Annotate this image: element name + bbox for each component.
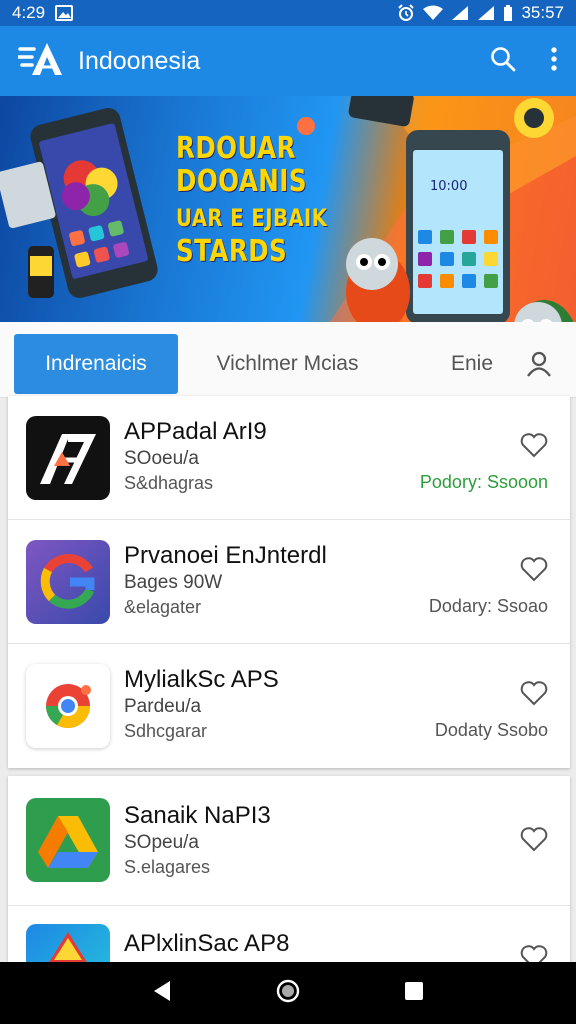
back-icon[interactable]	[152, 980, 172, 1007]
app-icon-appadal	[26, 416, 110, 500]
banner-line-1: RDOUAR	[176, 131, 296, 166]
app-title: Sanaik NaPI3	[124, 802, 271, 829]
banner-headline: RDOUAR DOOANIS UAR E EJBAIK STARDS	[176, 132, 361, 268]
search-icon[interactable]	[490, 46, 516, 77]
heart-icon[interactable]	[520, 556, 548, 582]
app-icon-drive	[26, 798, 110, 882]
signal-icon-2	[477, 5, 495, 21]
list-item[interactable]: Sanaik NaPI3 SOpeu/a S.elagares	[8, 776, 570, 906]
system-nav-bar	[0, 962, 576, 1024]
app-subtitle: SOpeu/a	[124, 832, 199, 853]
tab-bar: Indrenaicis Vichlmer Mcias Enie	[0, 322, 576, 398]
banner-line-2: DOOANIS	[176, 164, 307, 199]
profile-icon[interactable]	[516, 334, 562, 394]
list-item[interactable]: Prvanoei EnJnterdl Bages 90W &elagater D…	[8, 520, 570, 644]
app-title: Indoonesia	[78, 46, 201, 75]
app-subtitle: Bages 90W	[124, 572, 223, 593]
tab-indrenaicis[interactable]: Indrenaicis	[14, 334, 178, 394]
recents-icon[interactable]	[404, 981, 424, 1006]
list-item[interactable]: MylialkSc APS Pardeu/a Sdhcgarar Dodaty …	[8, 644, 570, 768]
banner-line-4: STARDS	[176, 234, 288, 269]
app-subtitle: Pardeu/a	[124, 696, 202, 717]
app-list-card: APPadal ArI9 SOoeu/a S&dhagras Podory: S…	[8, 396, 570, 768]
tab-vichlmer-mcias[interactable]: Vichlmer Mcias	[200, 334, 375, 394]
battery-icon	[503, 4, 513, 22]
app-category: Sdhcgarar	[124, 721, 208, 741]
app-icon-chrome	[26, 664, 110, 748]
app-logo-icon[interactable]	[16, 39, 68, 84]
list-item[interactable]: APlxlinSac AP8	[8, 906, 570, 962]
list-item[interactable]: APPadal ArI9 SOoeu/a S&dhagras Podory: S…	[8, 396, 570, 520]
app-title: Prvanoei EnJnterdl	[124, 542, 327, 569]
app-status: Dodaty Ssobo	[434, 720, 548, 740]
app-category: &elagater	[124, 597, 202, 617]
signal-icon	[451, 5, 469, 21]
app-category: S.elagares	[124, 857, 211, 877]
banner-phone-clock: 10:00	[430, 179, 467, 194]
more-options-icon[interactable]	[550, 46, 558, 77]
app-icon-aplxlin	[26, 924, 110, 962]
home-icon[interactable]	[276, 979, 300, 1008]
status-clock-right: 35:57	[521, 3, 564, 22]
status-bar: 4:29 35:57	[0, 0, 576, 26]
heart-icon[interactable]	[520, 944, 548, 962]
heart-icon[interactable]	[520, 680, 548, 706]
promo-banner[interactable]: 10:00 RDOUAR DOOANIS UAR E EJBAIK STARDS	[0, 96, 576, 322]
app-title: APPadal ArI9	[124, 418, 267, 445]
image-notification-icon	[55, 5, 74, 21]
status-time: 4:29	[12, 3, 46, 22]
app-list-card-2: Sanaik NaPI3 SOpeu/a S.elagares APlxlinS…	[8, 776, 570, 962]
alarm-icon	[397, 4, 415, 22]
banner-line-3: UAR E EJBAIK	[176, 204, 328, 232]
tab-enie[interactable]: Enie	[440, 334, 504, 394]
app-bar: Indoonesia	[0, 26, 576, 96]
wifi-icon	[423, 5, 444, 21]
heart-icon[interactable]	[520, 432, 548, 458]
app-icon-g	[26, 540, 110, 624]
heart-icon[interactable]	[520, 826, 548, 852]
app-subtitle: SOoeu/a	[124, 448, 199, 469]
app-title: APlxlinSac AP8	[124, 930, 290, 957]
app-title: MylialkSc APS	[124, 666, 279, 693]
app-status: Podory: Ssooon	[419, 472, 548, 492]
app-category: S&dhagras	[124, 473, 214, 493]
app-status: Dodary: Ssoao	[428, 596, 548, 616]
